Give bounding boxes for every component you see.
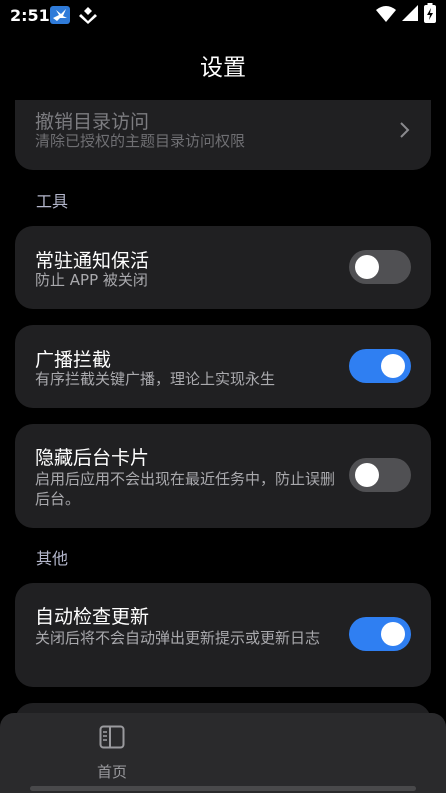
cellular-signal-icon xyxy=(402,5,418,25)
bird-notification-icon xyxy=(50,6,70,24)
status-bar: 2:51 xyxy=(0,0,446,32)
wifi-icon xyxy=(376,5,396,26)
revoke-directory-access-item[interactable]: 撤销目录访问 清除已授权的主题目录访问权限 xyxy=(15,100,431,170)
auto-update-title: 自动检查更新 xyxy=(35,606,150,628)
revoke-directory-title: 撤销目录访问 xyxy=(35,111,150,133)
chevron-right-icon xyxy=(397,120,413,140)
nav-home[interactable]: 首页 xyxy=(72,723,152,781)
hide-recents-item[interactable]: 隐藏后台卡片 启用后应用不会出现在最近任务中，防止误删后台。 xyxy=(15,424,431,528)
broadcast-desc: 有序拦截关键广播，理论上实现永生 xyxy=(35,370,276,388)
keep-alive-title: 常驻通知保活 xyxy=(35,250,150,272)
toggle-knob xyxy=(355,255,379,279)
keep-alive-desc: 防止 APP 被关闭 xyxy=(35,271,148,289)
section-header-tools: 工具 xyxy=(36,192,69,211)
revoke-directory-desc: 清除已授权的主题目录访问权限 xyxy=(35,132,246,150)
auto-update-desc: 关闭后将不会自动弹出更新提示或更新日志 xyxy=(35,629,321,647)
nav-home-label: 首页 xyxy=(96,763,127,781)
book-icon xyxy=(99,725,125,749)
keep-alive-notification-item[interactable]: 常驻通知保活 防止 APP 被关闭 xyxy=(15,226,431,309)
toggle-knob xyxy=(381,622,405,646)
status-time: 2:51 xyxy=(10,6,50,25)
page-title: 设置 xyxy=(200,55,246,81)
hide-recents-desc: 启用后应用不会出现在最近任务中，防止误删后台。 xyxy=(35,470,336,508)
auto-update-toggle[interactable] xyxy=(349,617,411,651)
broadcast-title: 广播拦截 xyxy=(35,349,112,371)
home-indicator xyxy=(30,786,416,791)
hide-recents-toggle[interactable] xyxy=(349,458,411,492)
hide-recents-title: 隐藏后台卡片 xyxy=(35,447,150,469)
auto-update-item[interactable]: 自动检查更新 关闭后将不会自动弹出更新提示或更新日志 xyxy=(15,583,431,687)
broadcast-toggle[interactable] xyxy=(349,349,411,383)
battery-charging-icon xyxy=(424,3,436,27)
bottom-navigation: 首页 xyxy=(0,713,446,793)
section-header-other: 其他 xyxy=(36,549,69,568)
keep-alive-toggle[interactable] xyxy=(349,250,411,284)
broadcast-intercept-item[interactable]: 广播拦截 有序拦截关键广播，理论上实现永生 xyxy=(15,325,431,408)
diamond-notification-icon xyxy=(78,6,98,24)
toggle-knob xyxy=(355,463,379,487)
toggle-knob xyxy=(381,354,405,378)
